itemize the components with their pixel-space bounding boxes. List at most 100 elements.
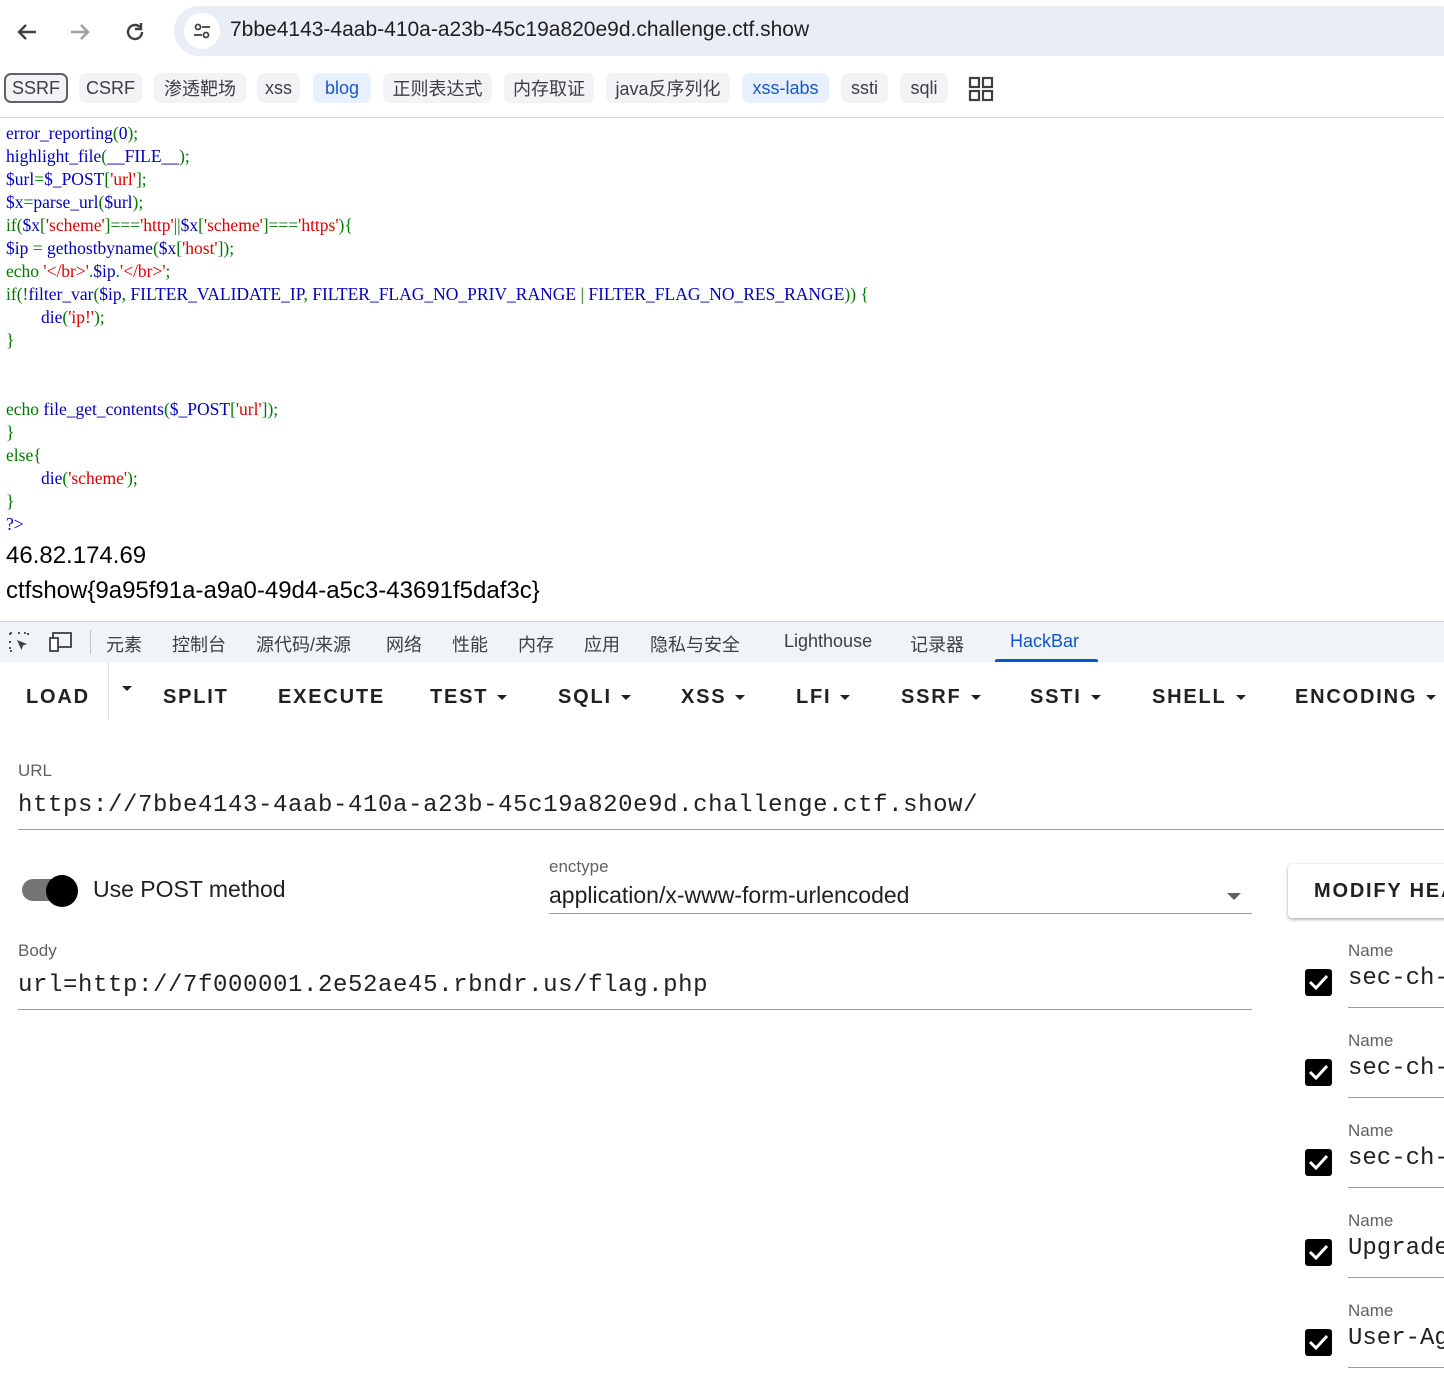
load-button[interactable]: LOAD: [26, 686, 90, 709]
bookmark-regex[interactable]: 正则表达式: [383, 73, 492, 103]
header-enabled-checkbox[interactable]: [1305, 1239, 1332, 1266]
reload-icon[interactable]: [117, 14, 153, 50]
url-field-underline: [18, 829, 1444, 830]
tab-recorder[interactable]: 记录器: [910, 631, 964, 657]
tab-application[interactable]: 应用: [584, 631, 620, 657]
header-name-field[interactable]: sec-ch-: [1348, 1145, 1444, 1172]
bookmark-java-deserialization[interactable]: java反序列化: [606, 73, 730, 103]
header-name-underline: [1348, 1097, 1444, 1098]
modify-headers-label: MODIFY HEA: [1314, 880, 1444, 902]
caret-down-icon: [1235, 695, 1246, 700]
bookmark-pentest-range[interactable]: 渗透靶场: [154, 73, 246, 103]
bookmark-csrf[interactable]: CSRF: [79, 73, 142, 103]
header-name-field[interactable]: Upgrade: [1348, 1235, 1444, 1262]
hackbar-toolbar: LOAD SPLIT EXECUTE TEST SQLI XSS LFI SSR…: [0, 662, 1444, 734]
tab-console[interactable]: 控制台: [172, 631, 226, 657]
execute-button[interactable]: EXECUTE: [278, 686, 385, 709]
header-name-field[interactable]: sec-ch-: [1348, 965, 1444, 992]
header-name-underline: [1348, 1277, 1444, 1278]
forward-arrow-icon[interactable]: [62, 14, 98, 50]
header-name-label: Name: [1348, 1121, 1394, 1140]
address-bar-url[interactable]: 7bbe4143-4aab-410a-a23b-45c19a820e9d.cha…: [230, 18, 809, 42]
flag-output: ctfshow{9a95f91a-a9a0-49d4-a5c3-43691f5d…: [6, 577, 540, 604]
header-name-label: Name: [1348, 1301, 1394, 1320]
address-bar[interactable]: 7bbe4143-4aab-410a-a23b-45c19a820e9d.cha…: [174, 6, 1444, 56]
lfi-menu-button[interactable]: LFI: [796, 686, 851, 709]
encoding-menu-button[interactable]: ENCODING: [1295, 686, 1437, 709]
code-line: $url=$_POST['url'];: [6, 169, 147, 189]
caret-down-icon: [497, 695, 508, 700]
header-enabled-checkbox[interactable]: [1305, 969, 1332, 996]
header-enabled-checkbox[interactable]: [1305, 1059, 1332, 1086]
tab-separator: [90, 630, 91, 654]
enctype-select[interactable]: application/x-www-form-urlencoded: [549, 882, 909, 909]
xss-label: XSS: [681, 686, 727, 708]
modify-headers-button[interactable]: MODIFY HEA: [1288, 864, 1444, 918]
code-line: }: [6, 330, 15, 350]
ssti-menu-button[interactable]: SSTI: [1030, 686, 1101, 709]
header-enabled-checkbox[interactable]: [1305, 1149, 1332, 1176]
bookmark-ssrf[interactable]: SSRF: [4, 73, 68, 103]
xss-menu-button[interactable]: XSS: [681, 686, 746, 709]
code-line: echo file_get_contents($_POST['url']);: [6, 399, 279, 419]
url-field[interactable]: https://7bbe4143-4aab-410a-a23b-45c19a82…: [18, 792, 978, 819]
back-arrow-icon[interactable]: [9, 14, 45, 50]
shell-menu-button[interactable]: SHELL: [1152, 686, 1246, 709]
body-field[interactable]: url=http://7f000001.2e52ae45.rbndr.us/fl…: [18, 972, 708, 999]
shell-label: SHELL: [1152, 686, 1227, 708]
tab-lighthouse[interactable]: Lighthouse: [784, 631, 872, 652]
code-line: $ip = gethostbyname($x['host']);: [6, 238, 235, 258]
caret-down-icon: [735, 695, 746, 700]
dropdown-arrow-icon[interactable]: [1227, 893, 1241, 900]
header-name-label: Name: [1348, 941, 1394, 960]
code-line: if($x['scheme']==='http'||$x['scheme']==…: [6, 215, 353, 235]
test-menu-button[interactable]: TEST: [430, 686, 508, 709]
header-name-field[interactable]: User-Ag: [1348, 1325, 1444, 1352]
site-info-icon[interactable]: [184, 13, 220, 49]
post-method-label: Use POST method: [93, 876, 286, 902]
sqli-menu-button[interactable]: SQLI: [558, 686, 631, 709]
bookmark-xss[interactable]: xss: [257, 73, 300, 103]
load-separator: [108, 662, 109, 720]
caret-down-icon: [840, 695, 851, 700]
tab-elements[interactable]: 元素: [106, 631, 142, 657]
load-label: LOAD: [26, 686, 90, 708]
caret-down-icon: [970, 695, 981, 700]
tab-privacy-security[interactable]: 隐私与安全: [650, 631, 740, 657]
tab-hackbar[interactable]: HackBar: [1010, 631, 1079, 652]
header-name-underline: [1348, 1007, 1444, 1008]
resolved-ip-output: 46.82.174.69: [6, 542, 147, 569]
caret-down-icon: [620, 695, 631, 700]
post-method-toggle-thumb[interactable]: [46, 875, 78, 907]
header-enabled-checkbox[interactable]: [1305, 1329, 1332, 1356]
header-row: Name Upgrade: [1300, 1211, 1444, 1301]
bookmark-sqli[interactable]: sqli: [900, 73, 948, 103]
header-name-label: Name: [1348, 1031, 1394, 1050]
device-toolbar-icon[interactable]: [48, 630, 72, 654]
code-line: die('ip!');: [41, 307, 105, 327]
inspect-element-icon[interactable]: [7, 630, 31, 654]
tab-sources[interactable]: 源代码/来源: [256, 631, 351, 657]
header-name-underline: [1348, 1187, 1444, 1188]
test-label: TEST: [430, 686, 489, 708]
load-dropdown-button[interactable]: [113, 686, 132, 691]
tab-memory[interactable]: 内存: [518, 631, 554, 657]
url-field-label: URL: [18, 761, 53, 780]
tab-network[interactable]: 网络: [386, 631, 422, 657]
header-row: Name sec-ch-: [1300, 1121, 1444, 1211]
body-field-label: Body: [18, 941, 57, 960]
apps-grid-icon[interactable]: [968, 76, 994, 102]
split-button[interactable]: SPLIT: [163, 686, 229, 709]
bookmark-xss-labs[interactable]: xss-labs: [742, 73, 829, 103]
tab-performance[interactable]: 性能: [452, 631, 488, 657]
bookmark-memory-forensics[interactable]: 内存取证: [504, 73, 594, 103]
lfi-label: LFI: [796, 686, 832, 708]
bookmarks-bar: SSRF CSRF 渗透靶场 xss blog 正则表达式 内存取证 java反…: [0, 66, 1444, 114]
bookmark-ssti[interactable]: ssti: [841, 73, 888, 103]
ssrf-menu-button[interactable]: SSRF: [901, 686, 981, 709]
bookmark-blog[interactable]: blog: [313, 73, 371, 103]
code-line: echo '</br>'.$ip.'</br>';: [6, 261, 171, 281]
header-name-field[interactable]: sec-ch-: [1348, 1055, 1444, 1082]
enctype-label: enctype: [549, 857, 609, 876]
